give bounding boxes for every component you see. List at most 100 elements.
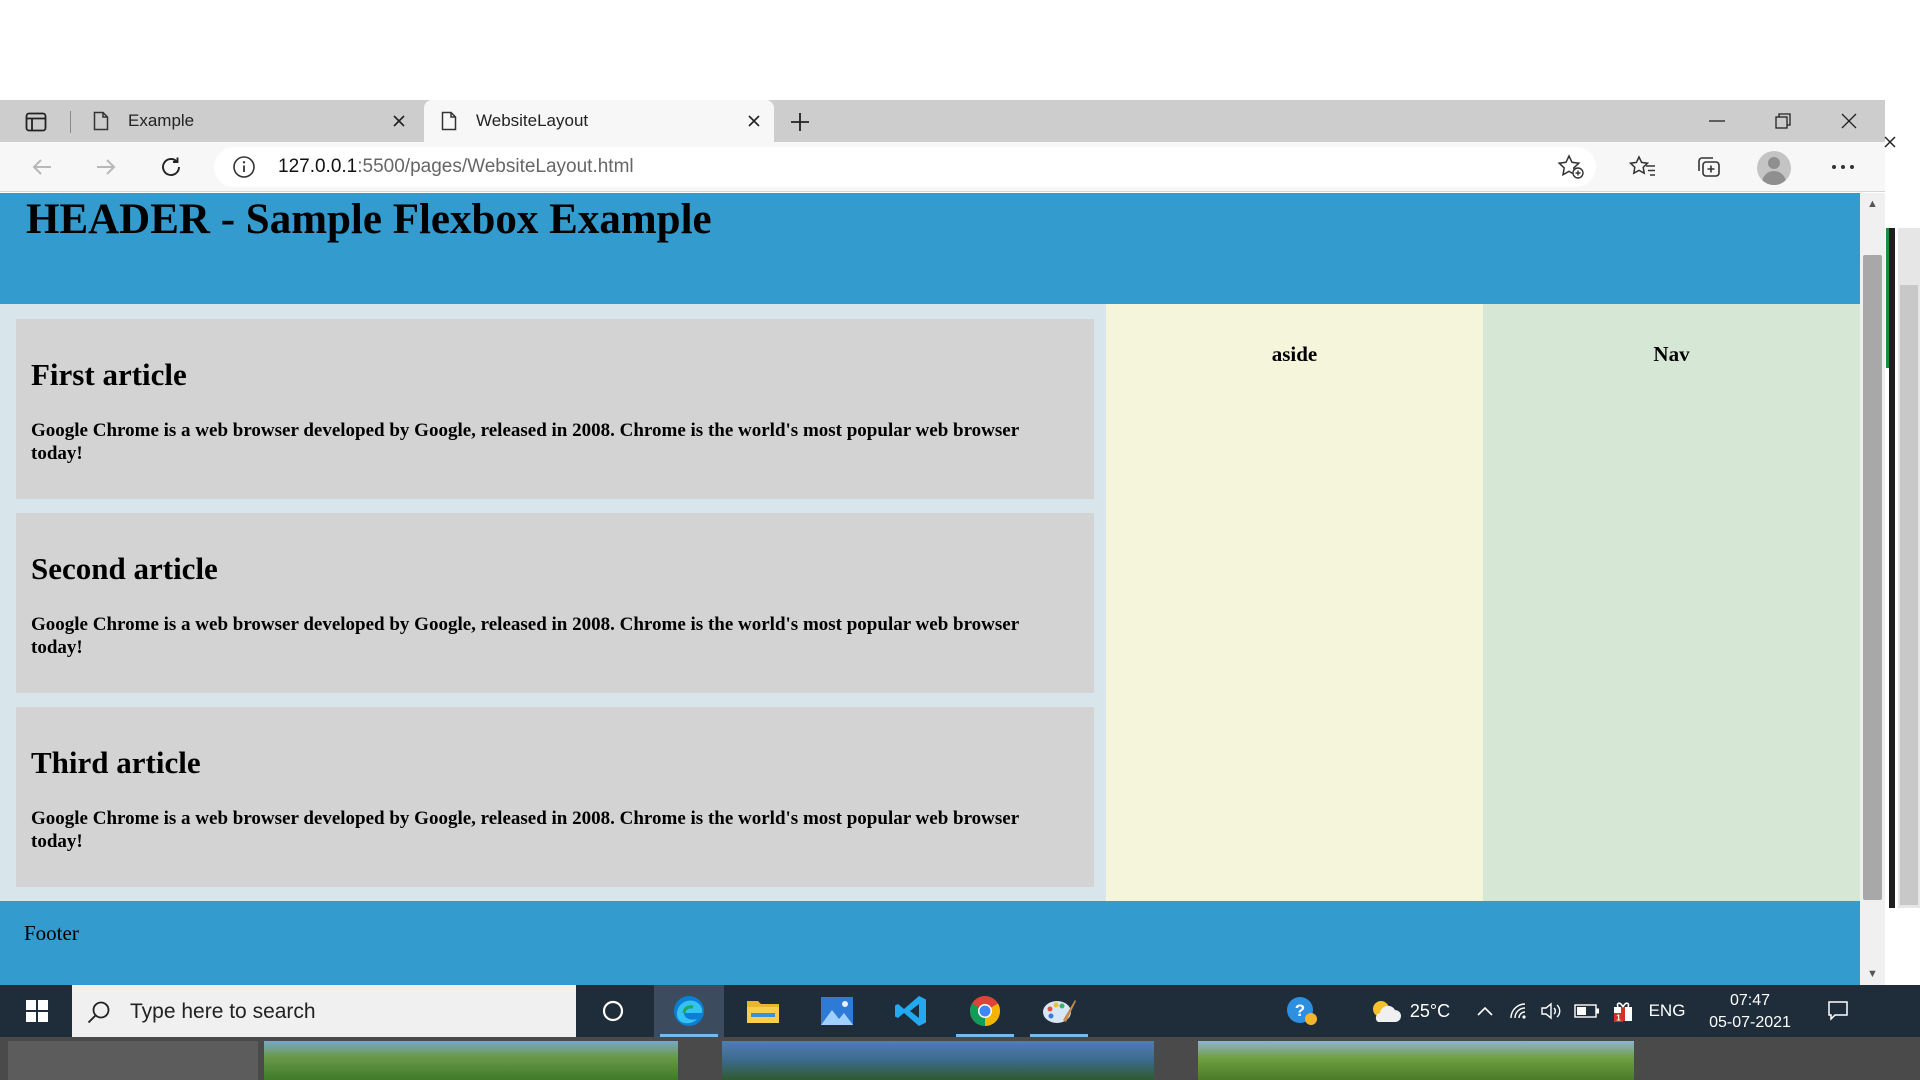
favorites-button[interactable] [1623, 149, 1663, 185]
thumbnail-image [8, 1041, 258, 1080]
article-body: Google Chrome is a web browser developed… [31, 808, 1019, 852]
article-title: Second article [31, 551, 218, 586]
restore-icon [1775, 113, 1791, 129]
weather-temperature: 25°C [1409, 1000, 1451, 1021]
footer-label: Footer [24, 921, 79, 945]
cortana-icon [602, 1000, 624, 1022]
windows-logo-icon [26, 1000, 48, 1022]
svg-text:1: 1 [1616, 1014, 1621, 1023]
start-button[interactable] [12, 985, 62, 1037]
wifi-icon [1510, 1003, 1526, 1019]
thumbnail-image [264, 1041, 678, 1080]
star-plus-icon [1557, 154, 1584, 179]
page-header: HEADER - Sample Flexbox Example [0, 193, 1860, 304]
background-window-border [1889, 228, 1895, 908]
url-text[interactable]: 127.0.0.1:5500/pages/WebsiteLayout.html [278, 156, 634, 178]
action-center-button[interactable] [1816, 985, 1860, 1037]
url-path: :5500/pages/WebsiteLayout.html [357, 156, 634, 177]
scroll-down-icon[interactable]: ▼ [1866, 967, 1879, 980]
tab-example[interactable]: Example [76, 100, 419, 142]
article-third: Third article Google Chrome is a web bro… [16, 707, 1094, 887]
taskbar-chrome[interactable] [950, 985, 1020, 1037]
articles-section: First article Google Chrome is a web bro… [0, 304, 1106, 901]
gift-icon: 1 [1614, 1002, 1632, 1023]
more-button[interactable] [1823, 149, 1863, 185]
url-host: 127.0.0.1 [278, 156, 358, 177]
tab-actions-button[interactable] [14, 109, 58, 135]
close-icon[interactable] [734, 105, 774, 137]
svg-text:?: ? [1295, 1001, 1305, 1020]
search-icon [87, 1001, 110, 1024]
article-title: Third article [31, 745, 201, 780]
taskbar: Type here to search ? 25°C 1 ENG 07:47 0… [0, 985, 1920, 1037]
clock-time: 07:47 [1729, 992, 1771, 1009]
refresh-button[interactable] [151, 149, 191, 185]
page-icon [438, 109, 460, 133]
scrollbar-thumb[interactable] [1863, 255, 1882, 900]
close-icon[interactable] [379, 105, 419, 137]
tab-websitelayout[interactable]: WebsiteLayout [424, 100, 774, 142]
taskbar-clock[interactable]: 07:47 05-07-2021 [1700, 990, 1800, 1034]
nav-section: Nav [1483, 304, 1860, 901]
close-icon [1884, 136, 1896, 148]
taskbar-edge[interactable] [654, 985, 724, 1037]
search-placeholder: Type here to search [130, 1000, 316, 1023]
battery-icon [1574, 1004, 1599, 1018]
add-favorite-button[interactable] [1554, 151, 1588, 183]
screen: Example WebsiteLayout 127.0.0.1:5500/pag… [0, 0, 1920, 1080]
forward-arrow-icon [97, 159, 116, 175]
network-button[interactable] [1504, 985, 1534, 1037]
taskbar-search[interactable]: Type here to search [72, 985, 576, 1037]
minimize-button[interactable] [1684, 100, 1750, 142]
plus-icon [791, 113, 809, 131]
tab-separator [70, 111, 71, 133]
taskbar-paint[interactable] [1024, 985, 1094, 1037]
refresh-icon [162, 157, 180, 176]
tab-actions-icon [25, 112, 47, 132]
tab-label: Example [128, 111, 195, 130]
forward-button[interactable] [86, 149, 126, 185]
tab-label: WebsiteLayout [476, 111, 589, 130]
avatar-head [1768, 157, 1780, 169]
cortana-button[interactable] [578, 985, 648, 1037]
weather-cloud-sun-icon [1372, 1001, 1401, 1022]
article-first: First article Google Chrome is a web bro… [16, 319, 1094, 499]
collections-button[interactable] [1689, 149, 1729, 185]
battery-button[interactable] [1570, 985, 1604, 1037]
taskbar-file-explorer[interactable] [728, 985, 798, 1037]
weather-widget[interactable]: 25°C [1354, 985, 1464, 1037]
page-scrollbar[interactable]: ▲ ▼ [1860, 193, 1885, 985]
scroll-up-icon[interactable]: ▲ [1866, 197, 1879, 210]
close-icon [1841, 113, 1857, 129]
chevron-up-icon [1477, 1006, 1493, 1016]
web-page: HEADER - Sample Flexbox Example First ar… [0, 193, 1860, 985]
restore-button[interactable] [1750, 100, 1816, 142]
new-tab-button[interactable] [782, 106, 818, 138]
file-explorer-icon [747, 1001, 779, 1023]
back-button[interactable] [22, 149, 62, 185]
taskbar-vscode[interactable] [876, 985, 946, 1037]
notifications-icon [1828, 1001, 1848, 1021]
paint-icon [1043, 1000, 1076, 1023]
nav-label: Nav [1653, 342, 1690, 366]
help-icon: ? [1287, 997, 1317, 1025]
notification-badge-button[interactable]: 1 [1608, 985, 1638, 1037]
aside-section: aside [1106, 304, 1483, 901]
language-label: ENG [1648, 1001, 1686, 1020]
article-title: First article [31, 357, 187, 392]
speaker-icon [1541, 1002, 1561, 1020]
close-window-button[interactable] [1816, 100, 1882, 142]
show-hidden-icons-button[interactable] [1470, 985, 1500, 1037]
info-icon[interactable] [232, 155, 256, 179]
tab-strip: Example WebsiteLayout [0, 100, 1885, 142]
back-arrow-icon [32, 159, 51, 175]
help-tray-button[interactable]: ? [1280, 985, 1324, 1037]
taskbar-photos[interactable] [802, 985, 872, 1037]
favorites-icon [1629, 155, 1655, 176]
article-body: Google Chrome is a web browser developed… [31, 614, 1019, 658]
article-second: Second article Google Chrome is a web br… [16, 513, 1094, 693]
profile-icon[interactable] [1757, 151, 1791, 185]
language-indicator[interactable]: ENG [1644, 985, 1690, 1037]
volume-button[interactable] [1536, 985, 1566, 1037]
address-bar[interactable]: 127.0.0.1:5500/pages/WebsiteLayout.html [214, 147, 1596, 187]
